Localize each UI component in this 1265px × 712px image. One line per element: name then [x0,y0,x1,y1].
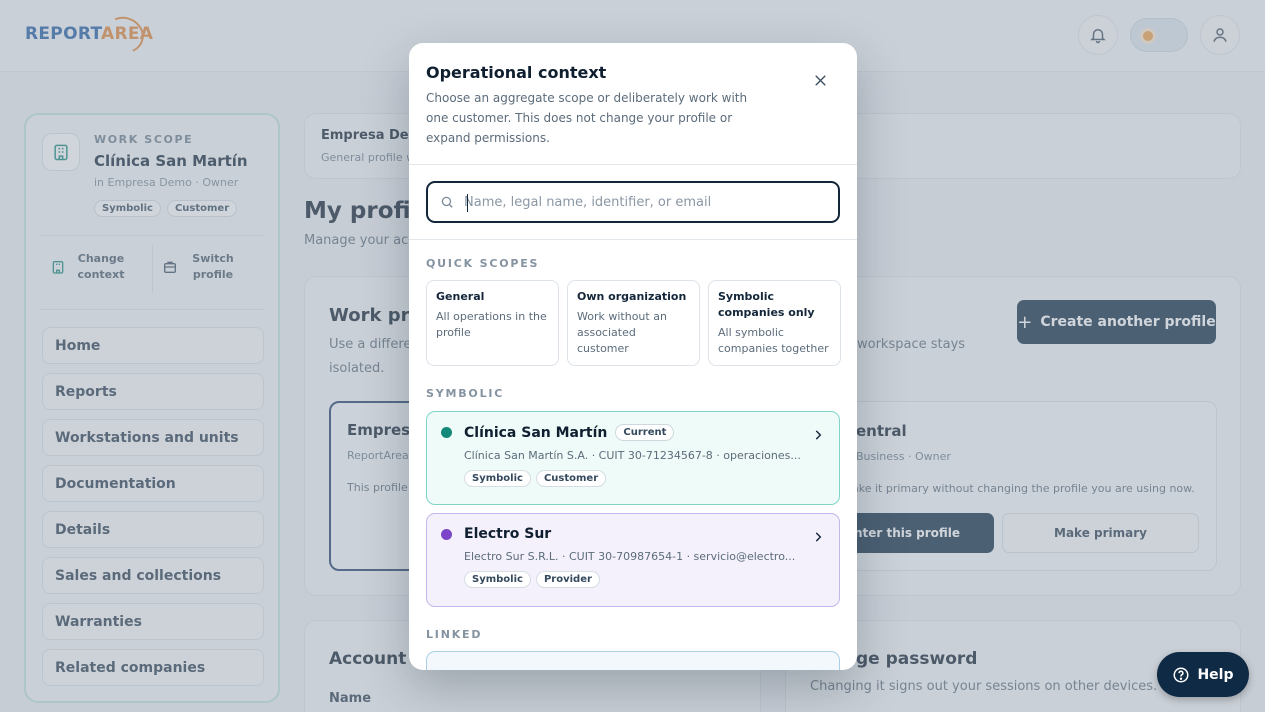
operational-context-dialog: Operational context Choose an aggregate … [409,43,857,670]
customer-item-linked[interactable] [426,651,840,670]
scope-own-organization[interactable]: Own organization Work without an associa… [567,280,700,366]
status-dot [441,528,452,540]
quick-scopes-label: QUICK SCOPES [426,257,540,270]
quick-scopes: General All operations in the profile Ow… [426,280,841,366]
current-badge: Current [615,424,675,441]
customer-item-electro-sur[interactable]: Electro Sur Electro Sur S.R.L. · CUIT 30… [426,513,840,607]
search-input[interactable] [464,194,824,210]
divider [409,164,857,165]
chevron-right-icon [815,532,822,542]
tag-symbolic: Symbolic [464,470,531,487]
customer-item-clinica-san-martin[interactable]: Clínica San Martín Current Clínica San M… [426,411,840,505]
status-dot [441,427,452,438]
text-caret [467,194,468,212]
dialog-description: Choose an aggregate scope or deliberatel… [426,91,748,145]
chevron-right-icon [815,430,822,440]
dialog-title: Operational context [426,63,607,82]
close-button[interactable] [805,65,835,95]
tag-provider: Provider [535,571,600,588]
customer-detail: Clínica San Martín S.A. · CUIT 30-712345… [464,449,801,462]
linked-label: LINKED [426,628,483,641]
help-icon [1173,667,1189,682]
customer-name: Electro Sur [464,526,552,542]
divider [409,239,857,240]
customer-name: Clínica San Martín [464,424,608,441]
scope-general[interactable]: General All operations in the profile [426,280,559,366]
customer-detail: Electro Sur S.R.L. · CUIT 30-70987654-1 … [464,550,796,563]
symbolic-label: SYMBOLIC [426,387,505,400]
help-button[interactable]: Help [1157,652,1249,697]
tag-customer: Customer [535,470,607,487]
tag-symbolic: Symbolic [464,571,531,588]
search-field[interactable] [426,181,840,223]
search-icon [441,196,453,208]
scope-symbolic-only[interactable]: Symbolic companies only All symbolic com… [708,280,841,366]
close-icon [814,74,826,86]
